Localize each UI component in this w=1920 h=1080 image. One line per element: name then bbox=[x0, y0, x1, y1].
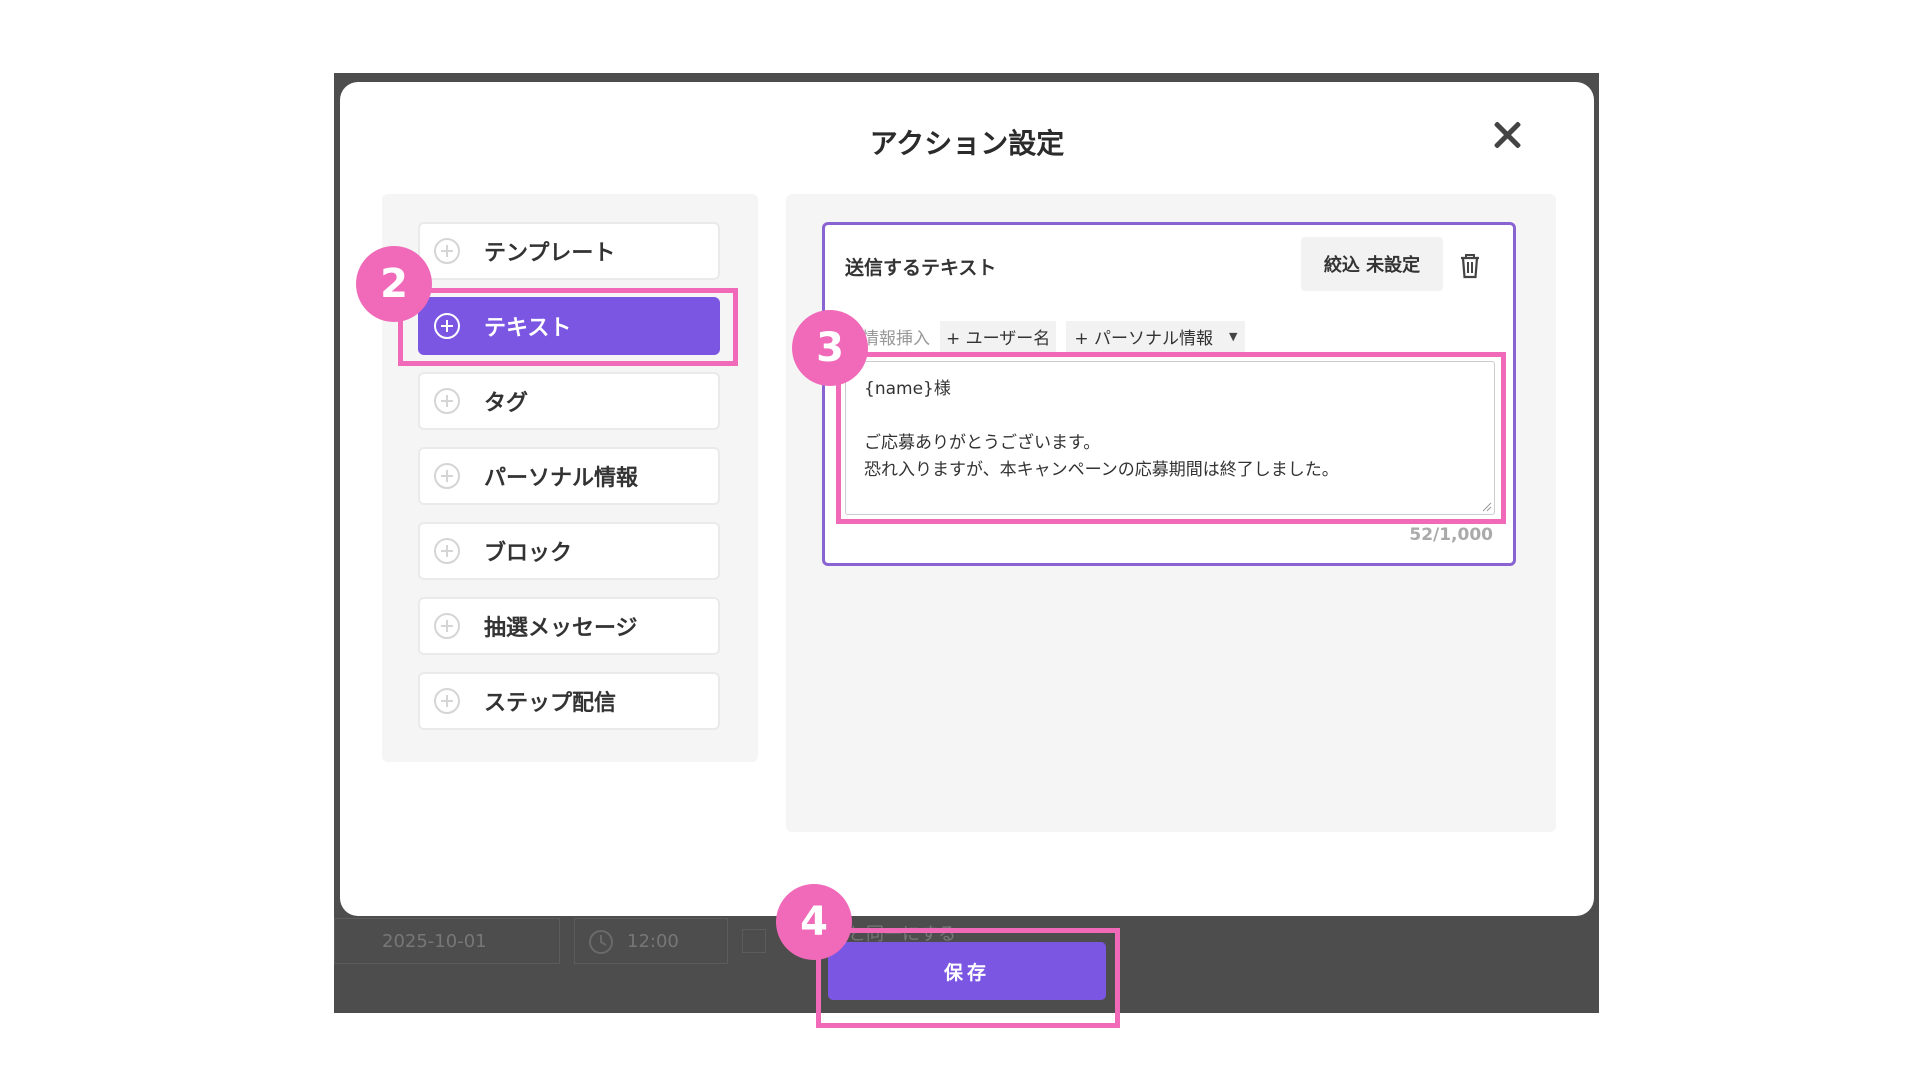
menu-item-lottery-message[interactable]: 抽選メッセージ bbox=[418, 597, 720, 655]
highlight-save bbox=[816, 928, 1120, 1028]
plus-circle-icon bbox=[434, 463, 460, 489]
dropdown-label: + パーソナル情報 bbox=[1074, 329, 1213, 349]
highlight-textarea bbox=[836, 352, 1506, 524]
plus-circle-icon bbox=[434, 238, 460, 264]
character-counter: 52/1,000 bbox=[1409, 525, 1493, 545]
plus-circle-icon bbox=[434, 688, 460, 714]
menu-item-label: 抽選メッセージ bbox=[484, 616, 638, 641]
plus-circle-icon bbox=[434, 538, 460, 564]
menu-item-label: パーソナル情報 bbox=[484, 466, 639, 491]
background-time: 12:00 bbox=[627, 930, 679, 952]
filter-button[interactable]: 絞込 未設定 bbox=[1301, 237, 1443, 291]
menu-item-label: ブロック bbox=[484, 541, 573, 566]
highlight-text-menu bbox=[398, 288, 738, 366]
background-date: 2025-10-01 bbox=[382, 930, 487, 952]
menu-item-step-delivery[interactable]: ステップ配信 bbox=[418, 672, 720, 730]
trash-icon[interactable] bbox=[1457, 251, 1483, 281]
clock-icon bbox=[589, 930, 613, 954]
step-badge-4: 4 bbox=[776, 884, 852, 960]
menu-item-label: タグ bbox=[484, 391, 529, 416]
menu-item-label: ステップ配信 bbox=[484, 691, 617, 716]
close-icon[interactable] bbox=[1490, 118, 1524, 152]
menu-item-template[interactable]: テンプレート bbox=[418, 222, 720, 280]
menu-item-personal-info[interactable]: パーソナル情報 bbox=[418, 447, 720, 505]
modal-title: アクション設定 bbox=[869, 127, 1065, 160]
insert-username-button[interactable]: + ユーザー名 bbox=[940, 321, 1057, 352]
action-type-menu: テンプレート テキスト タグ パーソナル情報 ブロック 抽選メッセージ ステップ… bbox=[382, 194, 758, 762]
insert-personal-info-dropdown[interactable]: + パーソナル情報 ▼ bbox=[1066, 321, 1246, 352]
step-badge-3: 3 bbox=[792, 310, 868, 386]
menu-item-block[interactable]: ブロック bbox=[418, 522, 720, 580]
plus-circle-icon bbox=[434, 613, 460, 639]
caret-down-icon: ▼ bbox=[1228, 330, 1238, 343]
checkbox bbox=[742, 929, 766, 953]
menu-item-label: テンプレート bbox=[484, 241, 616, 266]
plus-circle-icon bbox=[434, 388, 460, 414]
step-badge-2: 2 bbox=[356, 246, 432, 322]
variable-insert-row: 動情報挿入 + ユーザー名 + パーソナル情報 ▼ bbox=[845, 321, 1246, 352]
card-title: 送信するテキスト bbox=[845, 257, 997, 279]
menu-item-tag[interactable]: タグ bbox=[418, 372, 720, 430]
